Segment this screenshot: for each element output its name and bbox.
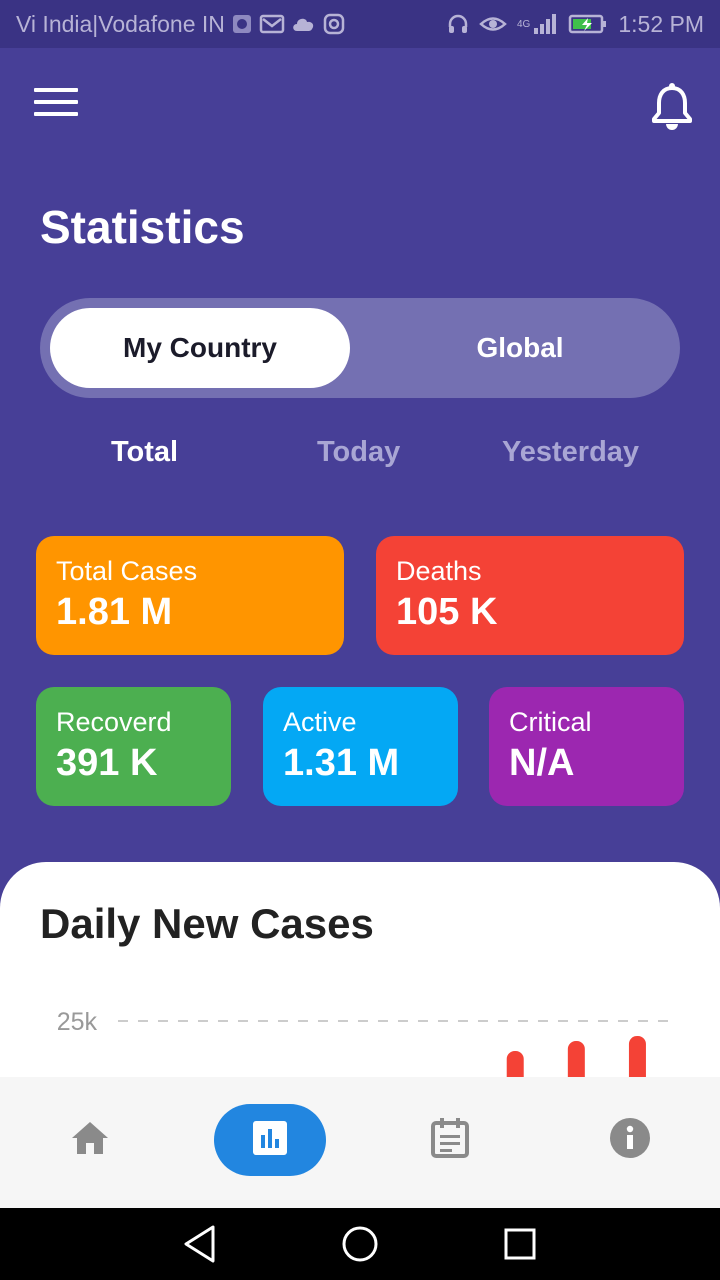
stat-card-active: Active 1.31 M <box>263 687 458 806</box>
daily-new-cases-chart: 25k <box>57 1008 668 1082</box>
tab-today[interactable]: Today <box>317 436 400 469</box>
time-tabs: Total Today Yesterday <box>0 436 720 480</box>
hamburger-menu-icon[interactable] <box>34 88 78 120</box>
nav-info[interactable] <box>590 1104 670 1176</box>
bars-group <box>506 1036 646 1082</box>
stat-card-deaths: Deaths 105 K <box>376 536 684 655</box>
chart-bar <box>567 1041 585 1082</box>
headset-icon <box>447 13 469 35</box>
bar-chart-icon <box>252 1120 288 1161</box>
y-tick-label: 25k <box>57 1008 98 1036</box>
stat-value: 1.31 M <box>283 742 400 784</box>
bell-icon[interactable] <box>650 82 694 130</box>
toggle-global[interactable]: Global <box>370 308 670 388</box>
status-time: 1:52 PM <box>618 10 704 37</box>
stat-card-total-cases: Total Cases 1.81 M <box>36 536 344 655</box>
app-notification-icon <box>231 13 253 35</box>
carrier-name: Vi India|Vodafone IN <box>16 10 225 37</box>
stat-card-recovered: Recoverd 391 K <box>36 687 231 806</box>
status-bar: Vi India|Vodafone IN 4G 1:52 PM <box>0 0 720 48</box>
app-header <box>0 48 720 158</box>
status-left: Vi India|Vodafone IN <box>16 11 345 38</box>
home-circle-icon[interactable] <box>341 1224 379 1269</box>
tab-total[interactable]: Total <box>111 436 178 469</box>
network-type: 4G <box>517 18 531 30</box>
back-icon[interactable] <box>182 1224 218 1269</box>
home-icon <box>70 1120 110 1161</box>
nav-statistics[interactable] <box>214 1104 326 1176</box>
stat-value: N/A <box>509 742 575 784</box>
chart-bar <box>628 1036 646 1082</box>
info-icon <box>610 1117 650 1163</box>
stat-value: 391 K <box>56 742 158 784</box>
stat-label: Recoverd <box>56 707 172 737</box>
tab-yesterday[interactable]: Yesterday <box>502 436 639 469</box>
toggle-my-country[interactable]: My Country <box>50 308 350 388</box>
signal-icon: 4G <box>517 13 558 35</box>
stat-value: 105 K <box>396 591 498 633</box>
recents-icon[interactable] <box>503 1224 537 1269</box>
instagram-icon <box>323 13 345 35</box>
system-nav-bar <box>0 1208 720 1280</box>
stat-label: Deaths <box>396 556 482 586</box>
scope-toggle: My Country Global <box>40 298 680 398</box>
stat-label: Active <box>283 707 357 737</box>
eye-icon <box>479 13 507 35</box>
stat-card-critical: Critical N/A <box>489 687 684 806</box>
calendar-icon <box>431 1117 469 1163</box>
status-right: 4G 1:52 PM <box>447 11 704 38</box>
chart-title: Daily New Cases <box>40 900 374 947</box>
stat-label: Critical <box>509 707 592 737</box>
mail-icon <box>259 13 285 35</box>
battery-charging-icon <box>568 13 608 35</box>
nav-calendar[interactable] <box>410 1104 490 1176</box>
page-title: Statistics <box>40 201 245 253</box>
nav-home[interactable] <box>50 1104 130 1176</box>
stat-value: 1.81 M <box>56 591 173 633</box>
cloud-icon <box>291 14 317 34</box>
stat-label: Total Cases <box>56 556 198 586</box>
bottom-nav <box>0 1077 720 1208</box>
